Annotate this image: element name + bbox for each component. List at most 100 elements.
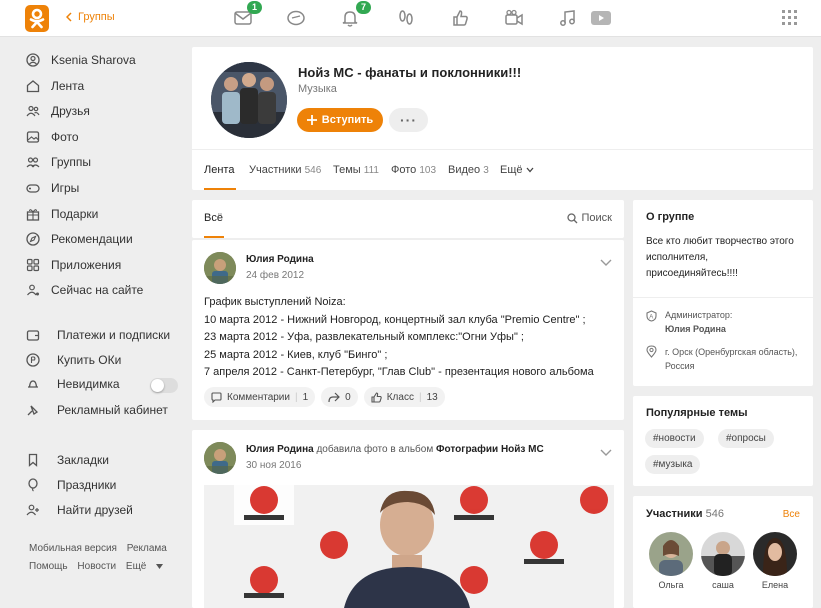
footer-link-more[interactable]: Ещё <box>126 561 164 572</box>
sidebar-item-invisible[interactable]: Невидимка <box>25 375 120 393</box>
tab-topics[interactable]: Темы 111 <box>333 164 379 176</box>
group-more-button[interactable]: ··· <box>389 108 428 132</box>
group-category: Музыка <box>298 83 337 95</box>
back-to-groups-link[interactable]: Группы <box>66 11 115 23</box>
video-button[interactable] <box>504 8 526 30</box>
admin-name[interactable]: Юлия Родина <box>665 324 726 334</box>
sidebar-item-games[interactable]: Игры <box>25 179 79 197</box>
grid-icon <box>782 10 797 25</box>
topic-tag[interactable]: #новости <box>645 429 704 448</box>
post-author-line: Юлия Родина добавила фото в альбом Фотог… <box>246 444 544 455</box>
invisible-toggle[interactable] <box>150 378 178 393</box>
join-group-button[interactable]: Вступить <box>297 108 383 132</box>
post-line: 10 марта 2012 - Нижний Новгород, концерт… <box>204 313 586 326</box>
gamepad-icon <box>25 180 41 196</box>
post-menu-button[interactable] <box>600 446 612 460</box>
sidebar-item-label: Праздники <box>57 478 117 492</box>
feed-search-button[interactable]: Поиск <box>566 212 612 224</box>
sidebar-item-recommendations[interactable]: Рекомендации <box>25 230 133 248</box>
sidebar-item-label: Друзья <box>51 104 90 118</box>
member-avatar <box>649 532 693 576</box>
online-icon <box>25 282 41 298</box>
feed-tab-all[interactable]: Всё <box>204 212 223 224</box>
messages-button[interactable]: 1 <box>233 1 263 30</box>
members-all-link[interactable]: Все <box>783 509 800 520</box>
sidebar-item-bookmarks[interactable]: Закладки <box>25 451 109 469</box>
like-button[interactable]: Класс | 13 <box>363 387 445 407</box>
chevron-left-icon <box>66 12 72 22</box>
sidebar-item-ads[interactable]: Рекламный кабинет <box>25 401 168 419</box>
post-author[interactable]: Юлия Родина <box>246 254 314 265</box>
topic-tag[interactable]: #опросы <box>718 429 774 448</box>
footer-link-mobile[interactable]: Мобильная версия <box>29 543 117 554</box>
sidebar-item-label: Подарки <box>51 207 99 221</box>
camera-icon <box>505 9 523 26</box>
sidebar-item-buy-ok[interactable]: Купить ОКи <box>25 351 121 369</box>
footer-links-row-1: Мобильная версия Реклама <box>29 543 174 554</box>
events-button[interactable] <box>450 8 472 30</box>
post-menu-button[interactable] <box>600 256 612 270</box>
feed-header: Всё Поиск <box>192 200 624 238</box>
comments-label: Комментарии <box>227 391 290 403</box>
notifications-badge: 7 <box>356 1 372 14</box>
about-group-card: О группе Все кто любит творчество этого … <box>633 200 813 386</box>
author-avatar[interactable] <box>204 252 236 284</box>
sidebar-item-holidays[interactable]: Праздники <box>25 476 116 494</box>
post-line: 25 марта 2012 - Киев, клуб "Бинго" ; <box>204 348 388 361</box>
post-actions: Комментарии | 1 0 Класс | 13 <box>204 387 445 407</box>
music-button[interactable] <box>558 8 580 30</box>
group-avatar[interactable] <box>211 62 287 138</box>
separator: | <box>418 391 422 403</box>
popular-topics-card: Популярные темы #новости #опросы #музыка <box>633 396 813 486</box>
tab-feed[interactable]: Лента <box>204 164 234 176</box>
compass-icon <box>25 231 41 247</box>
sidebar-item-find-friends[interactable]: Найти друзей <box>25 501 133 519</box>
sidebar-item-gifts[interactable]: Подарки <box>25 205 98 223</box>
post-author[interactable]: Юлия Родина <box>246 444 314 455</box>
share-arrow-icon <box>328 392 341 402</box>
member-item[interactable]: Елена <box>751 532 799 590</box>
sidebar-item-apps[interactable]: Приложения <box>25 256 121 274</box>
share-button[interactable]: 0 <box>321 387 358 407</box>
ads-icon <box>25 402 41 418</box>
sidebar-item-friends[interactable]: Друзья <box>25 102 90 120</box>
member-name: Ольга <box>658 580 684 590</box>
member-item[interactable]: саша <box>699 532 747 590</box>
chevron-down-icon <box>526 167 534 173</box>
ok-logo[interactable] <box>25 5 49 32</box>
sidebar-item-label: Невидимка <box>57 377 120 391</box>
sidebar-item-feed[interactable]: Лента <box>25 77 84 95</box>
tab-more[interactable]: Ещё <box>500 164 534 176</box>
sidebar-item-photo[interactable]: Фото <box>25 128 79 146</box>
sidebar-item-online[interactable]: Сейчас на сайте <box>25 281 143 299</box>
gift-icon <box>25 206 41 222</box>
add-friend-icon <box>25 502 41 518</box>
discussions-button[interactable] <box>286 8 308 30</box>
post-card: Юлия Родина 24 фев 2012 График выступлен… <box>192 240 624 420</box>
tab-members[interactable]: Участники 546 <box>249 164 321 176</box>
author-avatar[interactable] <box>204 442 236 474</box>
member-avatar <box>701 532 745 576</box>
tab-photos[interactable]: Фото 103 <box>391 164 436 176</box>
post-photo[interactable] <box>204 485 614 608</box>
notifications-button[interactable]: 7 <box>340 1 372 30</box>
sidebar-item-groups[interactable]: Группы <box>25 153 91 171</box>
bookmark-icon <box>25 452 41 468</box>
member-item[interactable]: Ольга <box>647 532 695 590</box>
topic-tag[interactable]: #музыка <box>645 455 701 474</box>
sidebar-item-profile[interactable]: Ksenia Sharova <box>25 51 136 69</box>
footer-link-help[interactable]: Помощь <box>29 561 68 572</box>
like-label: Класс <box>386 391 414 403</box>
members-card: Участники 546 Все Ольга саша Елена <box>633 496 813 608</box>
footer-link-news[interactable]: Новости <box>77 561 116 572</box>
play-button[interactable] <box>590 8 612 30</box>
comments-button[interactable]: Комментарии | 1 <box>204 387 316 407</box>
tab-count: 111 <box>363 165 379 176</box>
sidebar-item-payments[interactable]: Платежи и подписки <box>25 326 170 344</box>
apps-grid-button[interactable] <box>782 10 798 29</box>
tab-videos[interactable]: Видео 3 <box>448 164 489 176</box>
album-link[interactable]: Фотографии Нойз МС <box>436 444 544 455</box>
footer-link-ads[interactable]: Реклама <box>127 543 167 554</box>
sidebar-item-label: Рекомендации <box>51 232 133 246</box>
guests-button[interactable] <box>396 8 418 30</box>
